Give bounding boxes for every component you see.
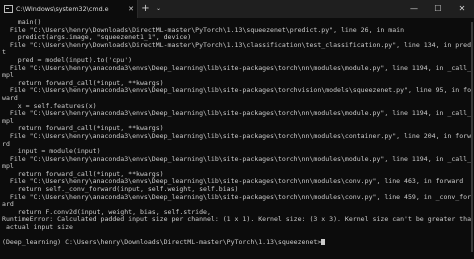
- title-bar-drag-area[interactable]: [164, 0, 402, 18]
- minimize-button[interactable]: —: [402, 0, 426, 18]
- tab-cmd[interactable]: C:\Windows\system32\cmd.e ✕: [0, 0, 138, 18]
- scrollbar-thumb[interactable]: [471, 22, 473, 252]
- tab-title: C:\Windows\system32\cmd.e: [16, 5, 109, 13]
- new-tab-button[interactable]: +: [138, 0, 153, 18]
- text-cursor: [321, 239, 326, 246]
- close-tab-icon[interactable]: ✕: [128, 5, 134, 13]
- console-line: File "C:\Users\henry\Downloads\DirectML-…: [2, 40, 472, 49]
- console-line: File "C:\Users\henry\anaconda3\envs\Deep…: [2, 86, 472, 95]
- console-line: (Deep_learning) C:\Users\henry\Downloads…: [2, 239, 472, 247]
- title-bar: C:\Windows\system32\cmd.e ✕ + ⌄ — ☐ ✕: [0, 0, 474, 18]
- terminal-icon: [4, 5, 13, 13]
- console-line: File "C:\Users\henry\anaconda3\envs\Deep…: [2, 63, 472, 72]
- console-line: File "C:\Users\henry\anaconda3\envs\Deep…: [2, 192, 472, 201]
- console-output[interactable]: main() File "C:\Users\henry\Downloads\Di…: [2, 19, 472, 257]
- terminal-window: C:\Windows\system32\cmd.e ✕ + ⌄ — ☐ ✕ ma…: [0, 0, 474, 259]
- console-line: actual input size: [2, 223, 73, 232]
- maximize-button[interactable]: ☐: [426, 0, 450, 18]
- close-window-button[interactable]: ✕: [450, 0, 474, 18]
- tab-dropdown-icon[interactable]: ⌄: [153, 0, 164, 18]
- console-line: File "C:\Users\henry\anaconda3\envs\Deep…: [2, 131, 472, 140]
- console-line: File "C:\Users\henry\anaconda3\envs\Deep…: [2, 109, 472, 118]
- console-line: File "C:\Users\henry\anaconda3\envs\Deep…: [2, 154, 472, 163]
